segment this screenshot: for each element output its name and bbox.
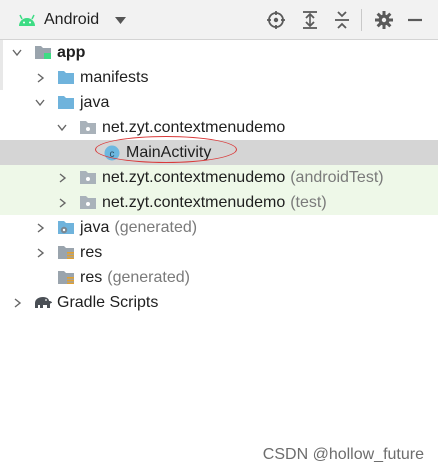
source-set-suffix: (androidTest) xyxy=(290,169,384,186)
project-tool-window: Android app manifests java net.zyt.conte… xyxy=(0,0,438,472)
folder-icon xyxy=(58,71,74,84)
chevron-right-icon[interactable] xyxy=(57,172,67,184)
class-icon: c xyxy=(104,145,120,161)
tree-label-package-android-test: net.zyt.contextmenudemo (androidTest) xyxy=(102,168,384,187)
chevron-down-icon[interactable] xyxy=(57,122,67,134)
package-name: net.zyt.contextmenudemo xyxy=(102,169,286,186)
project-tree: app manifests java net.zyt.contextmenude… xyxy=(0,40,438,315)
project-view-dropdown[interactable]: Android xyxy=(18,8,127,32)
toolbar-separator xyxy=(361,9,362,31)
tree-label-main-activity: MainActivity xyxy=(126,144,212,161)
resource-folder-icon xyxy=(58,271,74,284)
tree-row-java-generated[interactable]: java (generated) xyxy=(0,215,438,240)
chevron-down-icon xyxy=(115,16,127,24)
tree-row-app[interactable]: app xyxy=(0,40,438,65)
svg-text:c: c xyxy=(110,149,115,160)
tree-label-res-generated: res (generated) xyxy=(80,268,190,287)
gradle-elephant-icon xyxy=(35,297,52,308)
chevron-right-icon[interactable] xyxy=(35,72,45,84)
tree-row-package-test[interactable]: net.zyt.contextmenudemo (test) xyxy=(0,190,438,215)
settings-icon[interactable] xyxy=(374,10,394,30)
package-icon xyxy=(80,171,96,184)
generated-suffix: (generated) xyxy=(114,219,198,236)
folder-icon xyxy=(58,96,74,109)
tree-row-manifests[interactable]: manifests xyxy=(0,65,438,90)
package-icon xyxy=(80,121,96,134)
tree-row-package-android-test[interactable]: net.zyt.contextmenudemo (androidTest) xyxy=(0,165,438,190)
generated-folder-icon xyxy=(58,221,74,234)
tree-row-java[interactable]: java xyxy=(0,90,438,115)
expand-all-icon[interactable] xyxy=(300,10,320,30)
android-icon xyxy=(19,14,35,26)
resource-folder-icon xyxy=(58,246,74,259)
package-icon xyxy=(80,196,96,209)
project-toolbar: Android xyxy=(0,0,438,40)
tree-label-manifests: manifests xyxy=(80,69,149,86)
tree-row-main-activity[interactable]: c MainActivity xyxy=(0,140,438,165)
module-folder-icon xyxy=(35,46,51,59)
watermark: CSDN @hollow_future xyxy=(262,446,424,463)
tree-label-java-generated: java (generated) xyxy=(80,218,197,237)
chevron-right-icon[interactable] xyxy=(35,222,45,234)
tree-label-package-test: net.zyt.contextmenudemo (test) xyxy=(102,193,327,212)
project-view-label: Android xyxy=(44,11,100,28)
source-set-suffix: (test) xyxy=(290,194,327,211)
tree-label-res: res xyxy=(80,244,103,261)
locate-icon[interactable] xyxy=(266,10,286,30)
chevron-right-icon[interactable] xyxy=(57,197,67,209)
hide-panel-icon[interactable] xyxy=(405,10,425,30)
folder-name: java xyxy=(80,219,110,236)
tree-label-gradle-scripts: Gradle Scripts xyxy=(57,294,159,311)
chevron-right-icon[interactable] xyxy=(12,297,22,309)
generated-suffix: (generated) xyxy=(107,269,190,286)
package-name: net.zyt.contextmenudemo xyxy=(102,194,286,211)
tree-row-package-main[interactable]: net.zyt.contextmenudemo xyxy=(0,115,438,140)
tree-label-app: app xyxy=(57,44,86,61)
chevron-right-icon[interactable] xyxy=(35,247,45,259)
collapse-all-icon[interactable] xyxy=(332,10,352,30)
chevron-down-icon[interactable] xyxy=(12,47,22,59)
tree-row-res-generated[interactable]: res (generated) xyxy=(0,265,438,290)
chevron-down-icon[interactable] xyxy=(35,97,45,109)
tree-row-res[interactable]: res xyxy=(0,240,438,265)
folder-name: res xyxy=(80,269,103,286)
tree-label-java: java xyxy=(80,94,110,111)
tree-row-gradle-scripts[interactable]: Gradle Scripts xyxy=(0,290,438,315)
tree-label-package: net.zyt.contextmenudemo xyxy=(102,119,286,136)
